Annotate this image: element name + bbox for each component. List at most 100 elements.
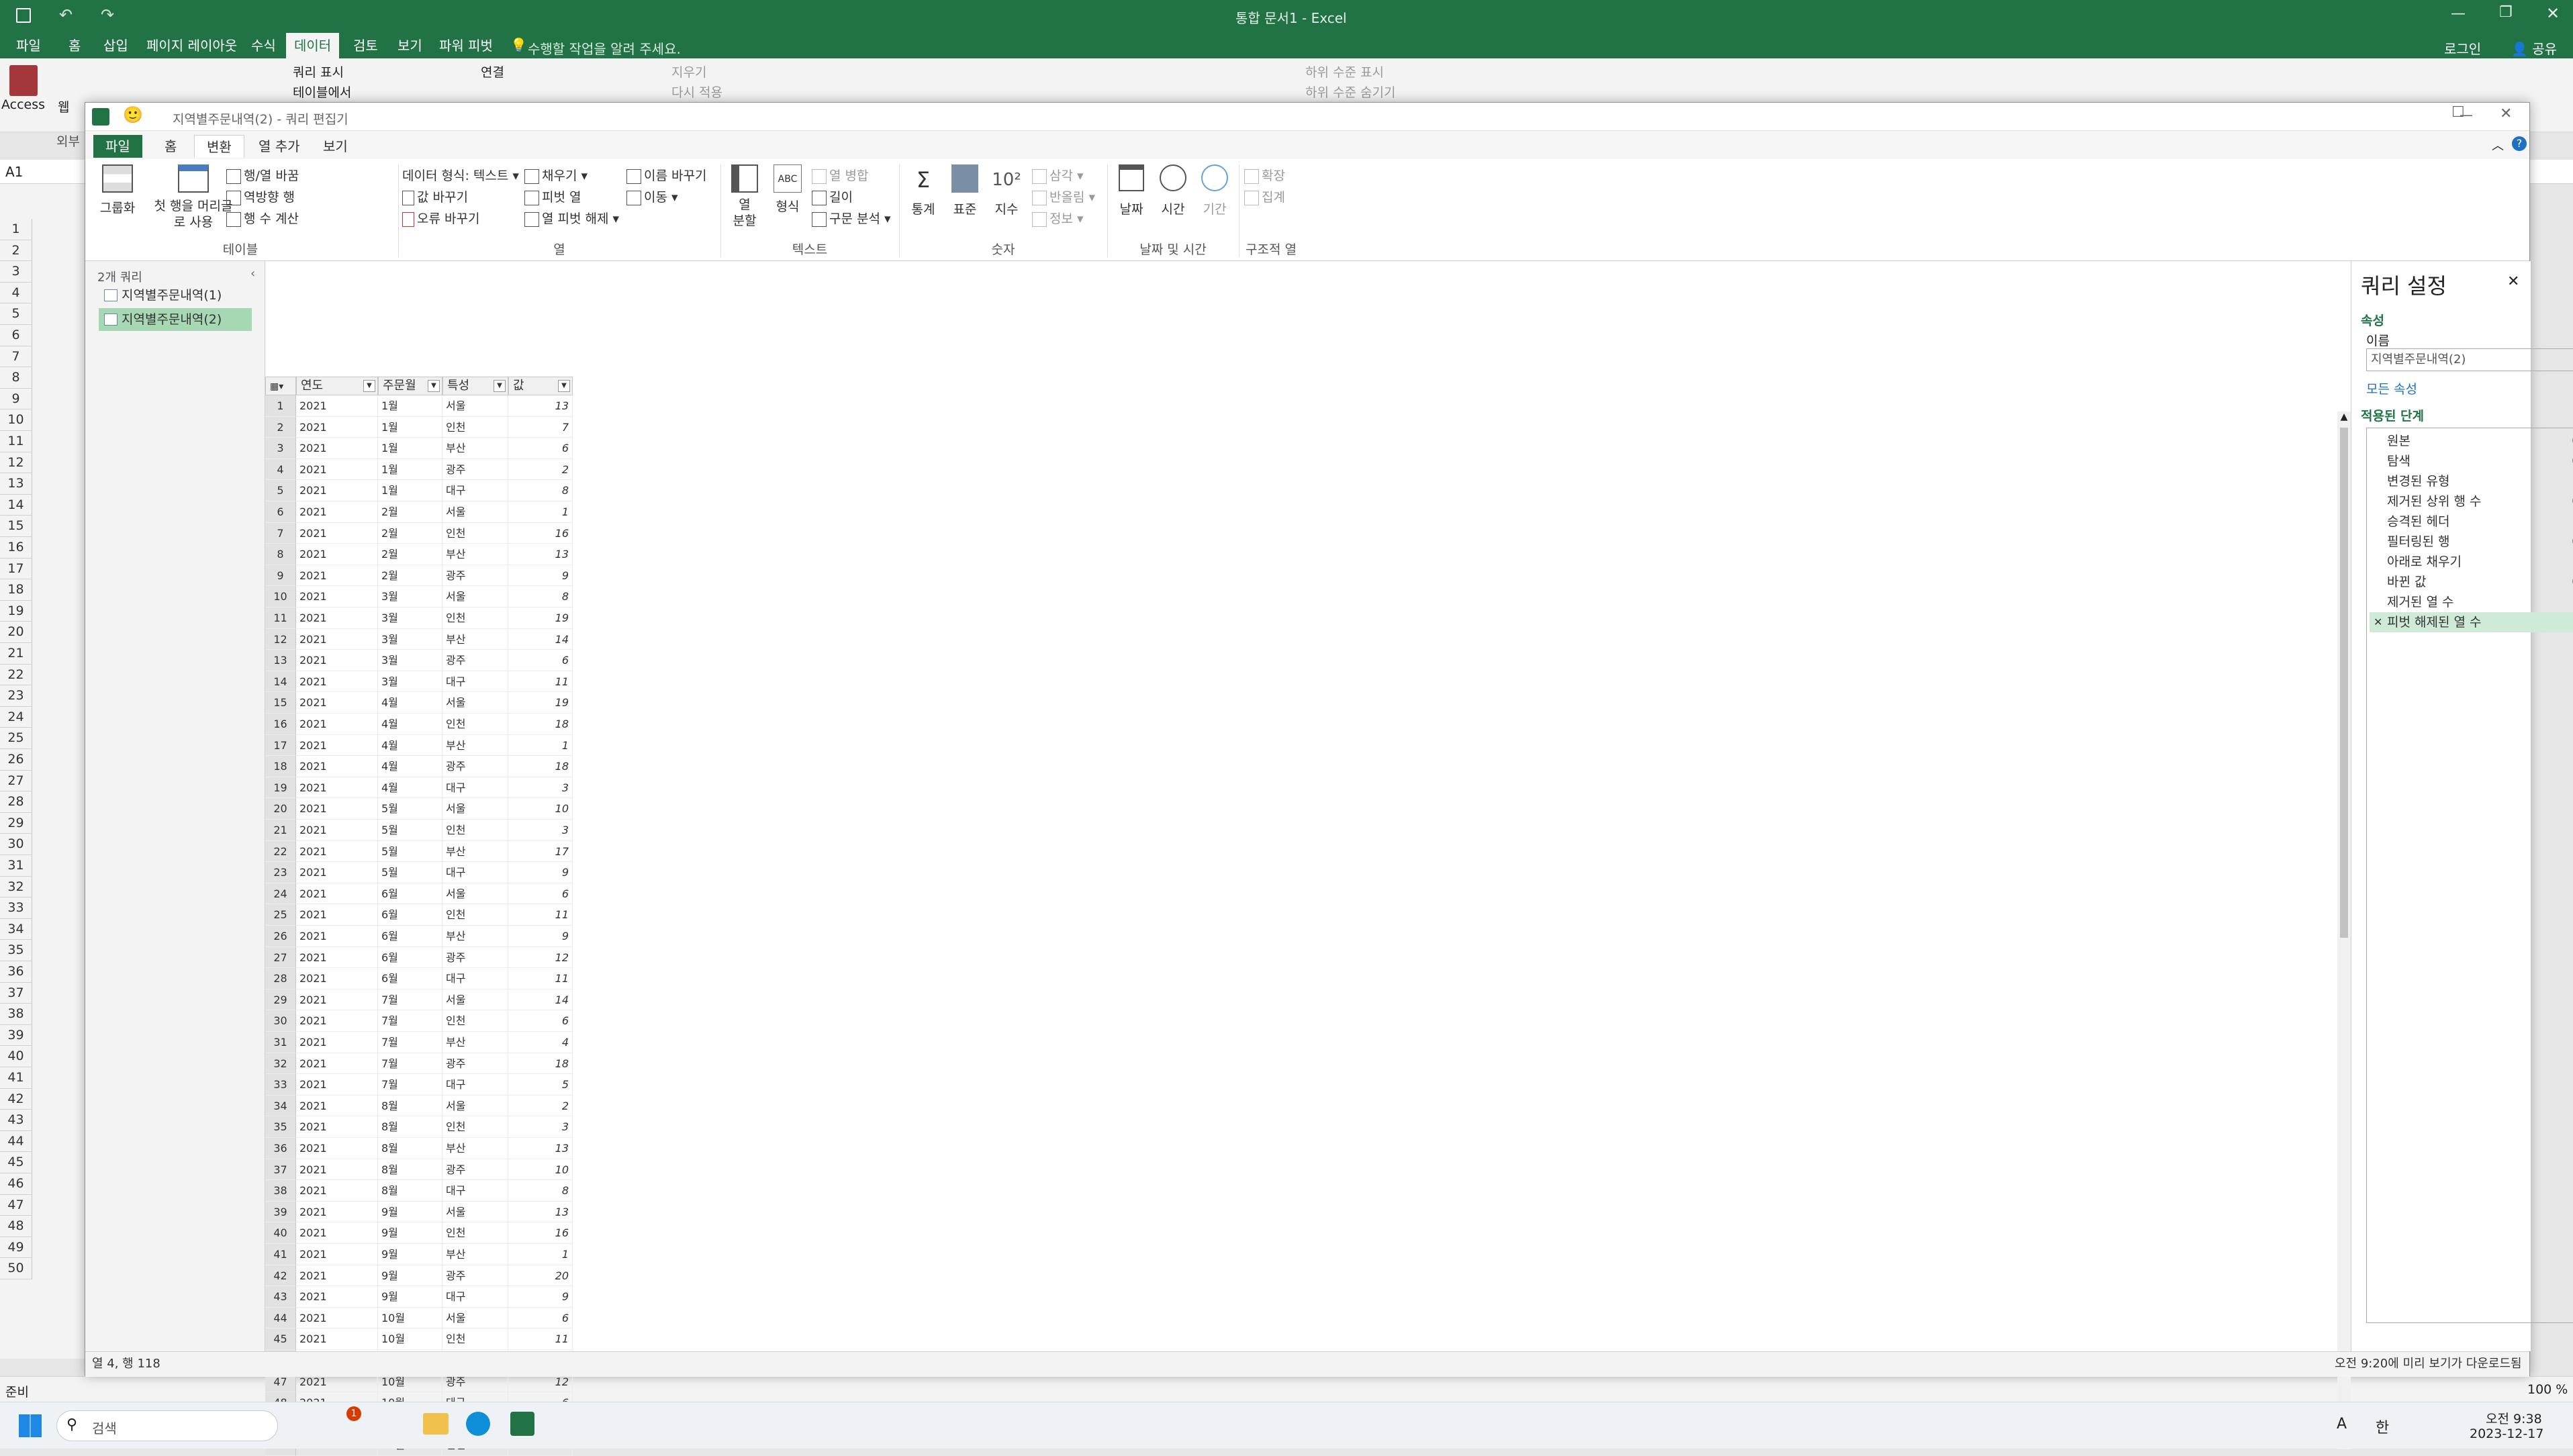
restore-icon[interactable]: ❐ [2499, 4, 2513, 21]
row-number-cell[interactable]: 2 [265, 416, 296, 438]
applied-step[interactable]: 아래로 채우기 [2370, 552, 2573, 572]
value-cell[interactable]: 9 [508, 862, 573, 883]
value-cell[interactable]: 11 [508, 968, 573, 989]
row-number-cell[interactable]: 5 [265, 480, 296, 501]
value-cell[interactable]: 19 [508, 692, 573, 714]
year-cell[interactable]: 2021 [296, 798, 378, 820]
value-cell[interactable]: 11 [508, 904, 573, 926]
year-cell[interactable]: 2021 [296, 1032, 378, 1053]
attribute-cell[interactable]: 인천 [442, 904, 508, 926]
row-number-cell[interactable]: 3 [265, 438, 296, 459]
value-cell[interactable]: 9 [508, 565, 573, 587]
month-cell[interactable]: 8월 [378, 1138, 442, 1159]
row-number-cell[interactable]: 39 [265, 1201, 296, 1223]
excel-row-number[interactable]: 18 [0, 579, 32, 601]
column-header-year[interactable]: 연도 ▼ [296, 377, 378, 395]
row-number-cell[interactable]: 19 [265, 777, 296, 799]
attribute-cell[interactable]: 인천 [442, 1010, 508, 1032]
value-cell[interactable]: 19 [508, 608, 573, 629]
pq-tab-add-column[interactable]: 열 추가 [246, 135, 312, 158]
row-number-cell[interactable]: 36 [265, 1138, 296, 1159]
redo-icon[interactable]: ↷ [101, 5, 114, 24]
row-number-cell[interactable]: 38 [265, 1180, 296, 1202]
attribute-cell[interactable]: 인천 [442, 1328, 508, 1350]
month-cell[interactable]: 1월 [378, 480, 442, 501]
month-cell[interactable]: 6월 [378, 926, 442, 947]
aggregate-button[interactable]: 집계 [1244, 187, 1285, 205]
excel-tab-power-pivot[interactable]: 파워 피벗 [431, 33, 501, 58]
excel-row-number[interactable]: 36 [0, 961, 32, 983]
parse-dropdown[interactable]: 구문 분석 ▾ [812, 209, 891, 227]
table-menu-button[interactable]: ▦▾ [265, 377, 296, 395]
excel-row-number[interactable]: 50 [0, 1258, 32, 1279]
row-number-cell[interactable]: 7 [265, 522, 296, 544]
year-cell[interactable]: 2021 [296, 586, 378, 608]
row-number-cell[interactable]: 40 [265, 1222, 296, 1244]
year-cell[interactable]: 2021 [296, 438, 378, 459]
applied-step[interactable]: 필터링된 행 [2370, 532, 2573, 552]
excel-row-number[interactable]: 26 [0, 749, 32, 771]
collapse-pane-icon[interactable]: ‹ [250, 266, 255, 281]
excel-row-number[interactable]: 11 [0, 431, 32, 452]
month-cell[interactable]: 4월 [378, 756, 442, 777]
month-cell[interactable]: 6월 [378, 904, 442, 926]
column-header-value[interactable]: 값 ▼ [508, 377, 573, 395]
from-table-button[interactable]: 테이블에서 [293, 83, 351, 101]
month-cell[interactable]: 9월 [378, 1286, 442, 1308]
year-cell[interactable]: 2021 [296, 840, 378, 863]
pq-tab-home[interactable]: 홈 [152, 135, 189, 158]
year-cell[interactable]: 2021 [296, 1053, 378, 1075]
month-cell[interactable]: 2월 [378, 501, 442, 523]
excel-row-number[interactable]: 44 [0, 1130, 32, 1153]
year-cell[interactable]: 2021 [296, 1265, 378, 1287]
row-number-cell[interactable]: 33 [265, 1074, 296, 1096]
excel-row-number[interactable]: 41 [0, 1067, 32, 1089]
access-icon[interactable] [9, 65, 38, 96]
value-cell[interactable]: 17 [508, 840, 573, 863]
filter-dropdown-icon[interactable]: ▼ [494, 380, 506, 392]
row-number-cell[interactable]: 28 [265, 968, 296, 989]
attribute-cell[interactable]: 대구 [442, 1286, 508, 1308]
month-cell[interactable]: 9월 [378, 1222, 442, 1244]
information-dropdown[interactable]: 정보 ▾ [1032, 209, 1084, 227]
row-number-cell[interactable]: 35 [265, 1116, 296, 1138]
scientific-button[interactable]: 10² 지수 [988, 164, 1025, 217]
attribute-cell[interactable]: 인천 [442, 1116, 508, 1138]
excel-row-number[interactable]: 10 [0, 409, 32, 431]
applied-step[interactable]: 원본 [2370, 431, 2573, 451]
row-number-cell[interactable]: 34 [265, 1095, 296, 1117]
month-cell[interactable]: 7월 [378, 1010, 442, 1032]
expand-button[interactable]: 확장 [1244, 166, 1285, 184]
excel-row-number[interactable]: 25 [0, 728, 32, 749]
value-cell[interactable]: 18 [508, 1053, 573, 1075]
year-cell[interactable]: 2021 [296, 904, 378, 926]
excel-row-number[interactable]: 14 [0, 494, 32, 516]
excel-row-number[interactable]: 17 [0, 558, 32, 580]
value-cell[interactable]: 8 [508, 586, 573, 608]
excel-tab-formulas[interactable]: 수식 [243, 33, 284, 58]
attribute-cell[interactable]: 대구 [442, 968, 508, 989]
excel-tab-data[interactable]: 데이터 [286, 33, 340, 58]
attribute-cell[interactable]: 부산 [442, 628, 508, 650]
row-number-cell[interactable]: 41 [265, 1244, 296, 1265]
zoom-level[interactable]: 100 % [2527, 1382, 2568, 1397]
row-number-cell[interactable]: 11 [265, 608, 296, 629]
row-number-cell[interactable]: 31 [265, 1032, 296, 1053]
month-cell[interactable]: 1월 [378, 458, 442, 481]
duration-button[interactable]: 기간 [1196, 164, 1233, 217]
applied-step[interactable]: 변경된 유형 [2370, 471, 2573, 491]
language-indicator[interactable]: 한 [2376, 1416, 2389, 1437]
value-cell[interactable]: 1 [508, 1244, 573, 1265]
month-cell[interactable]: 4월 [378, 734, 442, 757]
rename-button[interactable]: 이름 바꾸기 [626, 166, 706, 184]
row-number-cell[interactable]: 29 [265, 989, 296, 1011]
attribute-cell[interactable]: 부산 [442, 840, 508, 863]
value-cell[interactable]: 8 [508, 480, 573, 501]
value-cell[interactable]: 13 [508, 1138, 573, 1159]
month-cell[interactable]: 6월 [378, 968, 442, 989]
time-button[interactable]: 시간 [1154, 164, 1192, 217]
format-button[interactable]: ABC 형식 [767, 164, 808, 215]
attribute-cell[interactable]: 인천 [442, 820, 508, 841]
month-cell[interactable]: 5월 [378, 862, 442, 883]
value-cell[interactable]: 9 [508, 1286, 573, 1308]
